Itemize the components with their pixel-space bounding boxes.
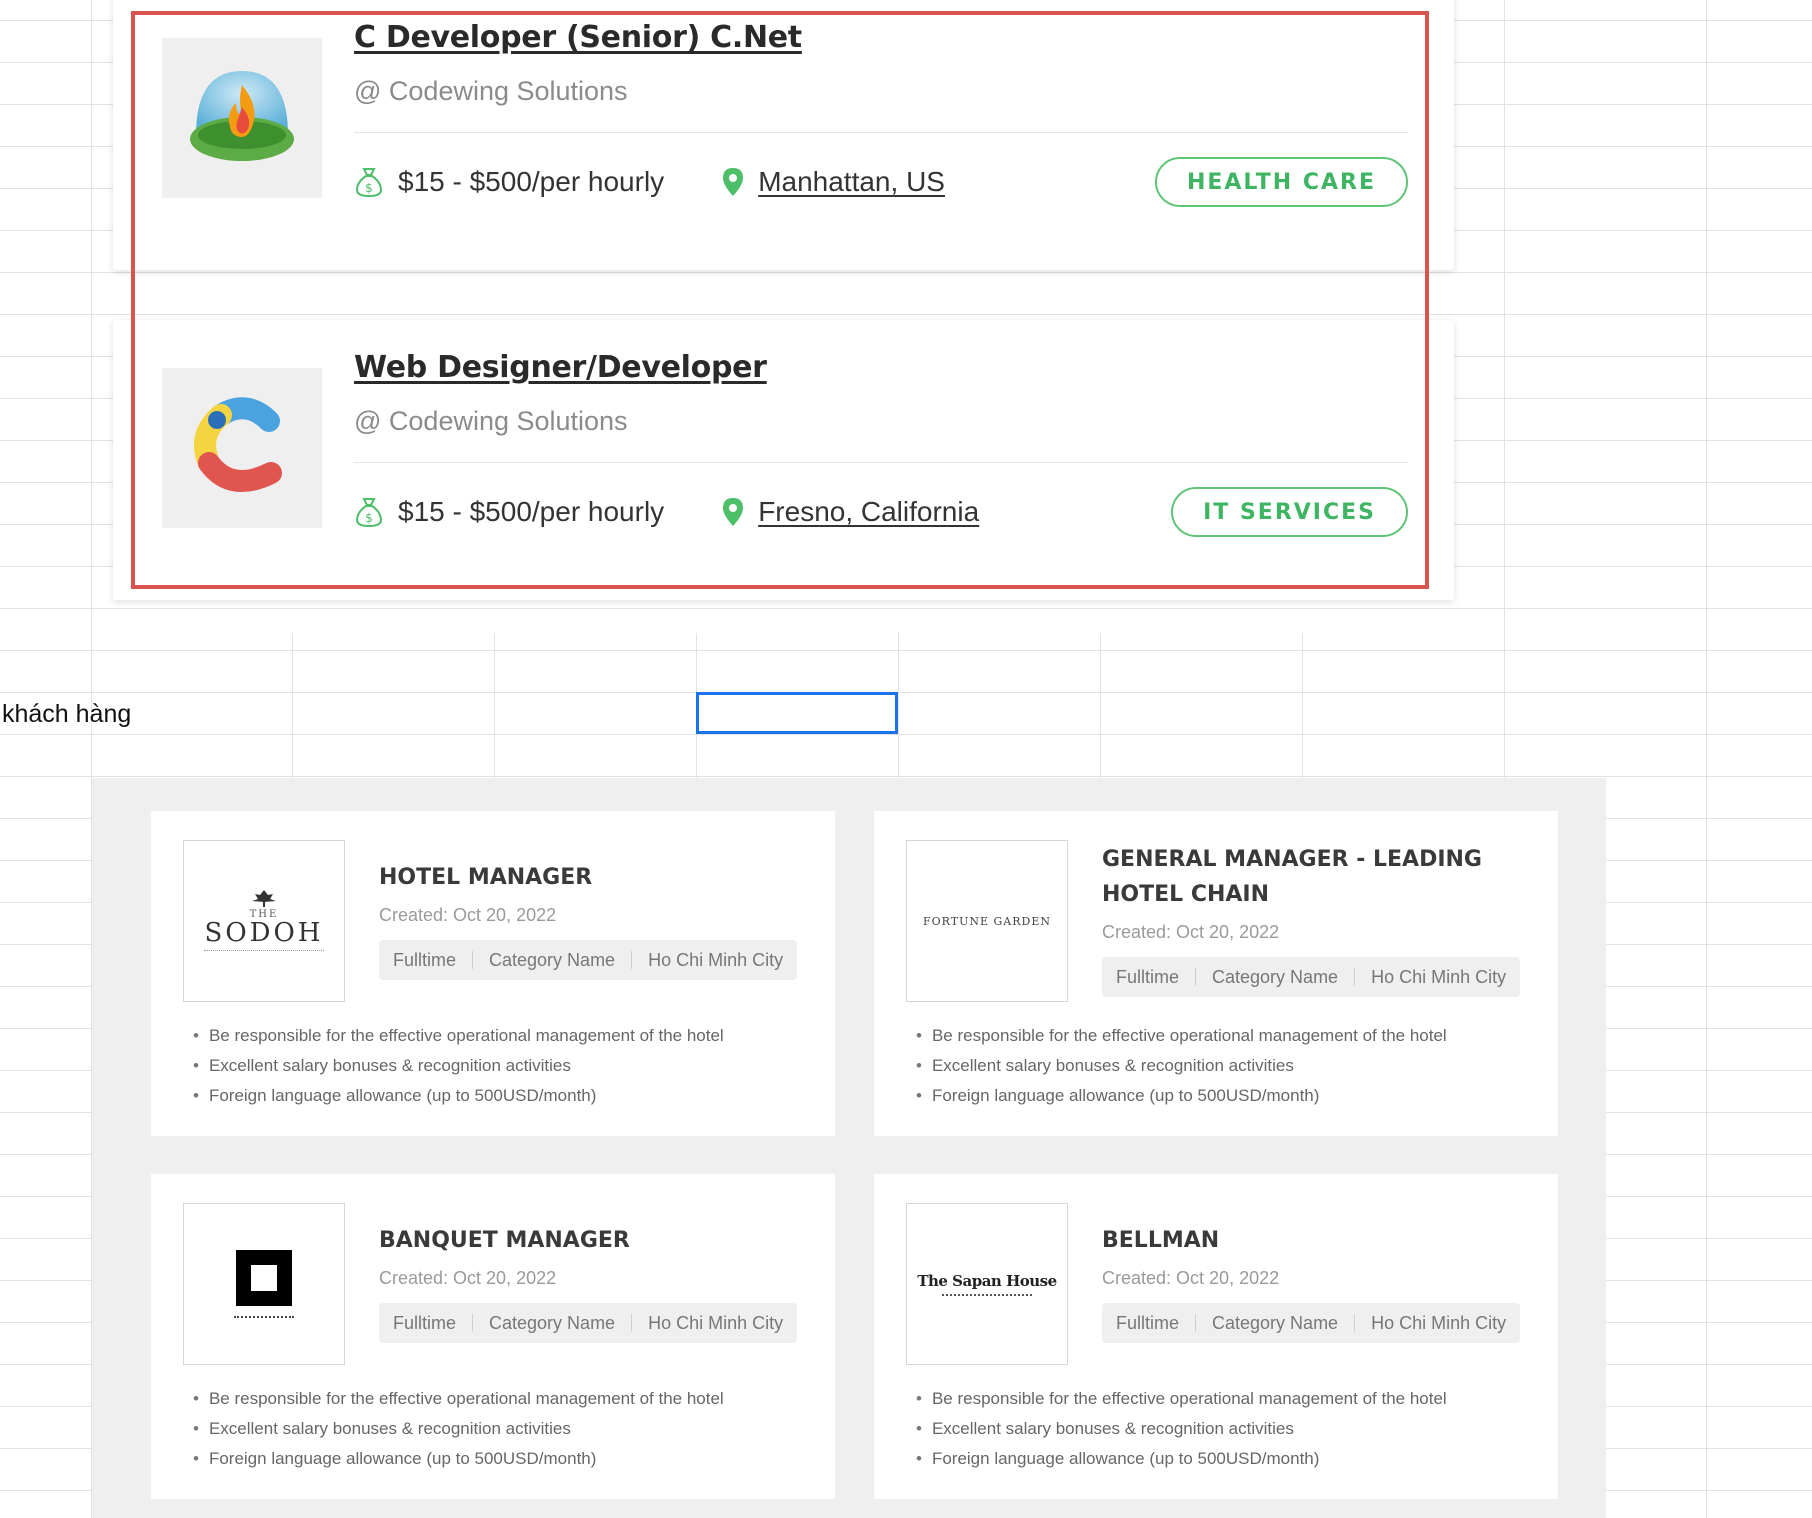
grid-column-line <box>1100 633 1101 778</box>
listing-title[interactable]: BELLMAN <box>1102 1223 1522 1258</box>
tag-type: Fulltime <box>1116 966 1180 987</box>
tag-category: Category Name <box>1212 1312 1339 1333</box>
grid-column-line <box>898 633 899 778</box>
job-title-link[interactable]: C Developer (Senior) C.Net <box>354 20 802 55</box>
logo-caption-dots <box>234 1316 294 1318</box>
category-tag-button[interactable]: IT SERVICES <box>1171 487 1408 537</box>
company-logo <box>162 368 322 528</box>
listing-bullets: Be responsible for the effective operati… <box>916 1021 1447 1111</box>
company-name: @ Codewing Solutions <box>354 406 628 436</box>
company-logo: FORTUNE GARDEN <box>906 840 1068 1002</box>
job-card[interactable]: C Developer (Senior) C.Net @ Codewing So… <box>113 0 1454 270</box>
listing-card[interactable]: The Sapan House BELLMAN Created: Oct 20,… <box>874 1174 1558 1499</box>
list-item: Be responsible for the effective operati… <box>193 1021 724 1051</box>
job-title-link[interactable]: Web Designer/Developer <box>354 350 767 385</box>
svg-text:$: $ <box>365 181 373 195</box>
square-logo-icon <box>236 1250 292 1306</box>
list-item: Excellent salary bonuses & recognition a… <box>193 1414 724 1444</box>
listing-tags: Fulltime Category Name Ho Chi Minh City <box>379 1303 798 1343</box>
job-card[interactable]: Web Designer/Developer @ Codewing Soluti… <box>113 320 1454 600</box>
listing-card[interactable]: BANQUET MANAGER Created: Oct 20, 2022 Fu… <box>151 1174 835 1499</box>
grid-column-line <box>494 633 495 778</box>
listing-card[interactable]: THE SODOH HOTEL MANAGER Created: Oct 20,… <box>151 811 835 1136</box>
divider <box>354 462 1408 463</box>
location-link[interactable]: Manhattan, US <box>758 166 945 198</box>
location-pin-icon <box>723 168 744 196</box>
tag-city: Ho Chi Minh City <box>648 949 784 970</box>
cell-text[interactable]: khách hàng <box>2 700 131 729</box>
listing-tags: Fulltime Category Name Ho Chi Minh City <box>379 940 798 980</box>
job-meta: $ $15 - $500/per hourly Fresno, Californ… <box>354 490 979 534</box>
grid-column-line <box>1706 0 1707 1518</box>
created-date: Created: Oct 20, 2022 <box>1102 1268 1280 1288</box>
company-logo <box>183 1203 345 1365</box>
listing-title[interactable]: GENERAL MANAGER - LEADING HOTEL CHAIN <box>1102 842 1522 912</box>
logo-text: FORTUNE GARDEN <box>923 914 1051 928</box>
listing-title[interactable]: BANQUET MANAGER <box>379 1223 799 1258</box>
selected-cell[interactable] <box>696 692 898 734</box>
listing-tags: Fulltime Category Name Ho Chi Minh City <box>1102 1303 1521 1343</box>
location-link[interactable]: Fresno, California <box>758 496 979 528</box>
company-logo: THE SODOH <box>183 840 345 1002</box>
location-pin-icon <box>723 498 744 526</box>
company-logo: The Sapan House <box>906 1203 1068 1365</box>
tag-category: Category Name <box>1212 966 1339 987</box>
tag-type: Fulltime <box>393 949 457 970</box>
category-tag-button[interactable]: HEALTH CARE <box>1154 157 1408 207</box>
listing-bullets: Be responsible for the effective operati… <box>916 1384 1447 1474</box>
logo-underline <box>204 949 324 954</box>
tag-city: Ho Chi Minh City <box>1371 966 1507 987</box>
salary-text: $15 - $500/per hourly <box>398 496 665 527</box>
c-letter-logo-icon <box>194 397 282 492</box>
tag-type: Fulltime <box>393 1312 457 1333</box>
campfire-logo-icon <box>190 71 294 161</box>
divider <box>354 132 1408 133</box>
company-name: @ Codewing Solutions <box>354 76 628 106</box>
tag-city: Ho Chi Minh City <box>1371 1312 1507 1333</box>
grid-column-line <box>1302 633 1303 778</box>
listing-bullets: Be responsible for the effective operati… <box>193 1021 724 1111</box>
listing-card[interactable]: FORTUNE GARDEN GENERAL MANAGER - LEADING… <box>874 811 1558 1136</box>
tag-city: Ho Chi Minh City <box>648 1312 784 1333</box>
salary-text: $15 - $500/per hourly <box>398 166 665 197</box>
company-logo <box>162 38 322 198</box>
logo-text: SODOH <box>204 917 324 948</box>
listing-title[interactable]: HOTEL MANAGER <box>379 860 799 895</box>
list-item: Excellent salary bonuses & recognition a… <box>916 1414 1447 1444</box>
tree-icon <box>252 889 276 907</box>
list-item: Foreign language allowance (up to 500USD… <box>193 1444 724 1474</box>
list-item: Foreign language allowance (up to 500USD… <box>916 1081 1447 1111</box>
list-item: Excellent salary bonuses & recognition a… <box>916 1051 1447 1081</box>
created-date: Created: Oct 20, 2022 <box>1102 922 1280 942</box>
svg-text:$: $ <box>365 511 373 525</box>
list-item: Foreign language allowance (up to 500USD… <box>916 1444 1447 1474</box>
list-item: Foreign language allowance (up to 500USD… <box>193 1081 724 1111</box>
tag-category: Category Name <box>489 949 616 970</box>
list-item: Be responsible for the effective operati… <box>916 1021 1447 1051</box>
tag-type: Fulltime <box>1116 1312 1180 1333</box>
tag-category: Category Name <box>489 1312 616 1333</box>
money-bag-icon: $ <box>355 168 383 198</box>
created-date: Created: Oct 20, 2022 <box>379 905 557 925</box>
logo-caption-dots <box>941 1294 1032 1296</box>
list-item: Be responsible for the effective operati… <box>193 1384 724 1414</box>
logo-text: The Sapan House <box>917 1272 1057 1290</box>
grid-column-line <box>292 633 293 778</box>
listing-bullets: Be responsible for the effective operati… <box>193 1384 724 1474</box>
listing-tags: Fulltime Category Name Ho Chi Minh City <box>1102 957 1521 997</box>
created-date: Created: Oct 20, 2022 <box>379 1268 557 1288</box>
list-item: Be responsible for the effective operati… <box>916 1384 1447 1414</box>
money-bag-icon: $ <box>355 498 383 528</box>
list-item: Excellent salary bonuses & recognition a… <box>193 1051 724 1081</box>
job-meta: $ $15 - $500/per hourly Manhattan, US <box>354 160 945 204</box>
listing-panel: THE SODOH HOTEL MANAGER Created: Oct 20,… <box>92 778 1606 1518</box>
